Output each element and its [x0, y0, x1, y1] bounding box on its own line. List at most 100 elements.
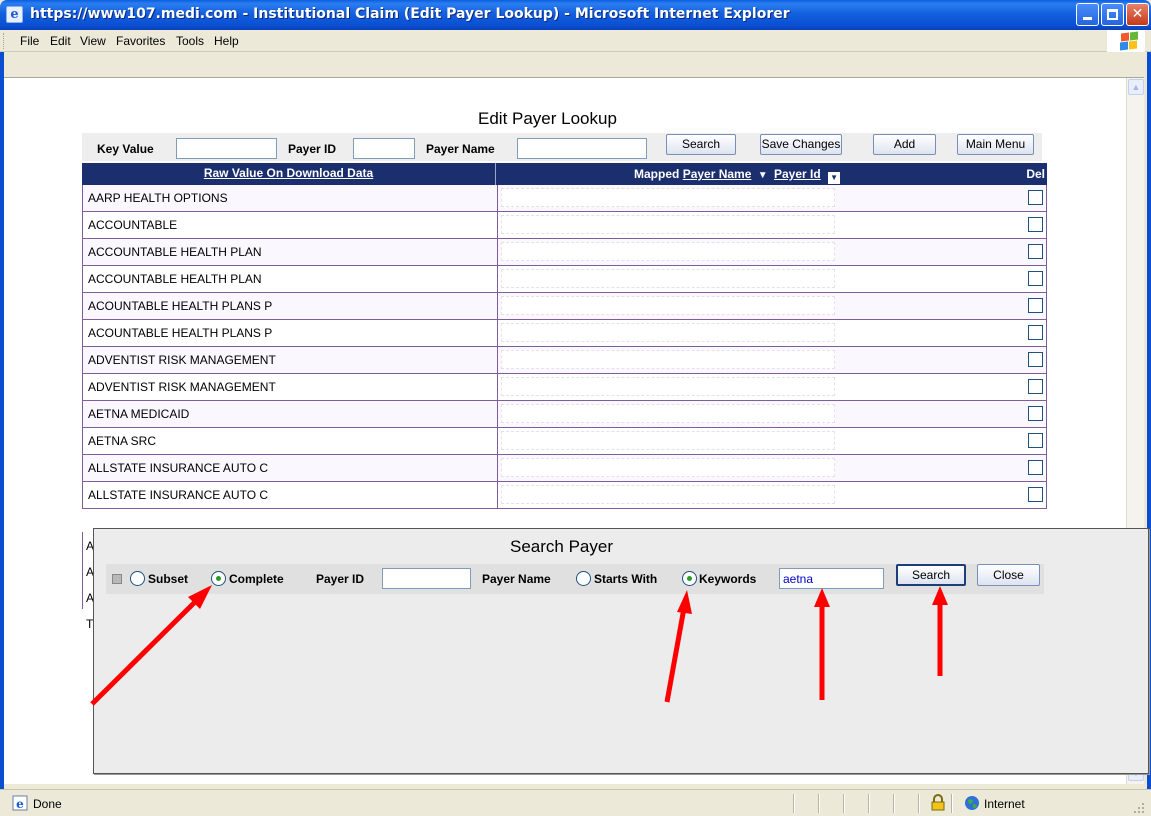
menu-help[interactable]: Help — [214, 34, 239, 48]
delete-checkbox[interactable] — [1028, 190, 1043, 205]
mapped-payer-field[interactable] — [501, 485, 835, 504]
complete-radio[interactable] — [211, 571, 226, 586]
raw-value-cell: ACOUNTABLE HEALTH PLANS P — [88, 299, 273, 313]
resize-grip-icon[interactable] — [1133, 802, 1145, 814]
column-divider — [497, 455, 498, 481]
main-menu-button[interactable]: Main Menu — [957, 134, 1034, 155]
delete-checkbox[interactable] — [1028, 217, 1043, 232]
mapped-payer-field[interactable] — [501, 269, 835, 288]
mapped-payer-field[interactable] — [501, 377, 835, 396]
keywords-radio[interactable] — [682, 571, 697, 586]
close-icon: ✕ — [1131, 6, 1144, 22]
dialog-title: Search Payer — [510, 537, 613, 556]
starts-with-radio[interactable] — [576, 571, 591, 586]
raw-value-cell: AARP HEALTH OPTIONS — [88, 191, 228, 205]
window-title: https://www107.medi.com - Institutional … — [30, 6, 790, 22]
table-row: ACCOUNTABLE HEALTH PLAN — [82, 266, 1047, 293]
delete-checkbox[interactable] — [1028, 298, 1043, 313]
delete-checkbox[interactable] — [1028, 433, 1043, 448]
minimize-button[interactable] — [1076, 3, 1099, 26]
mapped-payer-field[interactable] — [501, 188, 835, 207]
raw-value-column-header[interactable]: Raw Value On Download Data — [82, 163, 496, 185]
add-button[interactable]: Add — [873, 134, 936, 155]
status-text: Done — [33, 797, 62, 811]
table-row: ACCOUNTABLE — [82, 212, 1047, 239]
key-value-input[interactable] — [176, 138, 277, 159]
dialog-close-button[interactable]: Close — [977, 564, 1040, 586]
close-window-button[interactable]: ✕ — [1126, 3, 1149, 26]
search-payer-dialog: Search Payer Subset Complete Payer ID Pa… — [93, 528, 1149, 774]
save-changes-button[interactable]: Save Changes — [760, 134, 842, 155]
scroll-up-icon[interactable]: ▲ — [1128, 79, 1144, 95]
status-separator — [843, 794, 844, 813]
chevron-down-icon[interactable]: ▼ — [758, 170, 768, 181]
status-separator — [818, 794, 819, 813]
dialog-payer-id-input[interactable] — [382, 568, 471, 589]
ie-page-icon: e — [6, 6, 23, 23]
mapped-payer-field[interactable] — [501, 350, 835, 369]
payer-id-input[interactable] — [353, 138, 415, 159]
mapped-payer-field[interactable] — [501, 215, 835, 234]
menu-favorites[interactable]: Favorites — [116, 34, 165, 48]
payer-id-label: Payer ID — [288, 142, 337, 156]
menu-view[interactable]: View — [80, 34, 106, 48]
raw-value-cell: AETNA SRC — [88, 434, 157, 448]
table-row: ACOUNTABLE HEALTH PLANS P — [82, 320, 1047, 347]
maximize-button[interactable] — [1101, 3, 1124, 26]
subset-radio[interactable] — [130, 571, 145, 586]
menu-file[interactable]: File — [20, 34, 39, 48]
raw-value-cell: ACOUNTABLE HEALTH PLANS P — [88, 326, 273, 340]
mapped-payer-field[interactable] — [501, 323, 835, 342]
ie-page-icon: e — [12, 795, 28, 811]
column-divider — [497, 428, 498, 454]
toolbar-grip[interactable] — [3, 33, 6, 49]
windows-logo-icon — [1107, 30, 1145, 52]
mapped-payer-field[interactable] — [501, 296, 835, 315]
mapped-column-header: Mapped Payer Name ▼ Payer Id ▼ — [634, 167, 841, 184]
sort-payer-id-link[interactable]: Payer Id — [774, 167, 821, 181]
mapped-payer-field[interactable] — [501, 431, 835, 450]
raw-value-cell: ACCOUNTABLE HEALTH PLAN — [88, 272, 262, 286]
delete-checkbox[interactable] — [1028, 379, 1043, 394]
dialog-search-button[interactable]: Search — [896, 564, 966, 586]
keywords-input[interactable] — [779, 568, 884, 589]
delete-checkbox[interactable] — [1028, 460, 1043, 475]
delete-checkbox[interactable] — [1028, 244, 1043, 259]
mapped-payer-field[interactable] — [501, 242, 835, 261]
delete-checkbox[interactable] — [1028, 271, 1043, 286]
raw-value-cell: AETNA MEDICAID — [88, 407, 190, 421]
column-divider — [497, 293, 498, 319]
padlock-icon — [931, 794, 945, 811]
starts-with-label: Starts With — [594, 572, 658, 586]
security-zone-text: Internet — [984, 797, 1025, 811]
sort-dropdown-icon[interactable]: ▼ — [828, 172, 841, 184]
raw-value-cell: ACCOUNTABLE — [88, 218, 178, 232]
raw-value-cell: ADVENTIST RISK MANAGEMENT — [88, 380, 276, 394]
dialog-payer-name-label: Payer Name — [482, 572, 551, 586]
raw-value-cell: ALLSTATE INSURANCE AUTO C — [88, 488, 269, 502]
drag-handle-icon[interactable] — [112, 574, 122, 584]
payer-name-input[interactable] — [517, 138, 647, 159]
delete-checkbox[interactable] — [1028, 487, 1043, 502]
key-value-label: Key Value — [97, 142, 154, 156]
delete-checkbox[interactable] — [1028, 325, 1043, 340]
mapped-payer-field[interactable] — [501, 404, 835, 423]
subset-label: Subset — [148, 572, 189, 586]
delete-checkbox[interactable] — [1028, 352, 1043, 367]
filter-bar: Key Value Payer ID Payer Name Search Sav… — [82, 133, 1042, 161]
complete-label: Complete — [229, 572, 284, 586]
mapped-payer-field[interactable] — [501, 458, 835, 477]
search-button[interactable]: Search — [666, 134, 736, 155]
status-separator — [793, 794, 794, 813]
dialog-payer-id-label: Payer ID — [316, 572, 365, 586]
column-divider — [497, 266, 498, 292]
delete-checkbox[interactable] — [1028, 406, 1043, 421]
column-divider — [497, 239, 498, 265]
column-divider — [497, 212, 498, 238]
window-title-bar[interactable]: e https://www107.medi.com - Institutiona… — [0, 0, 1151, 30]
table-row: ALLSTATE INSURANCE AUTO C — [82, 455, 1047, 482]
menu-edit[interactable]: Edit — [50, 34, 71, 48]
table-row: ADVENTIST RISK MANAGEMENT — [82, 347, 1047, 374]
sort-payer-name-link[interactable]: Payer Name — [683, 167, 752, 181]
menu-tools[interactable]: Tools — [176, 34, 204, 48]
